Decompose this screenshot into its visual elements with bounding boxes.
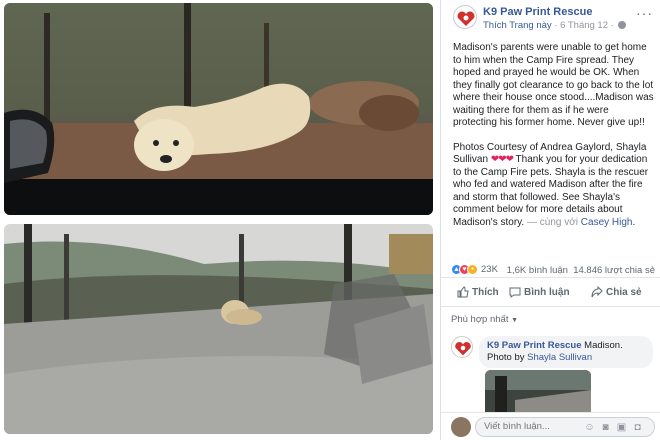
like-button[interactable]: Thích	[457, 286, 499, 298]
photo-dog-by-car[interactable]	[4, 3, 433, 215]
with-end: .	[632, 216, 636, 228]
comment-sort-label: Phù hợp nhất	[451, 314, 509, 325]
paw-heart-logo-icon	[457, 11, 475, 26]
comment-share-counts: 1,6K bình luận 14.846 lượt chia sẻ	[507, 265, 655, 276]
like-button-label: Thích	[472, 287, 499, 298]
wow-reaction-icon: •	[467, 263, 478, 275]
post-sidebar: K9 Paw Print Rescue Thích Trang này · 6 …	[440, 0, 660, 440]
comment-sort-dropdown[interactable]: Phù hợp nhất ▼	[451, 314, 518, 325]
gif-icon[interactable]: ▣	[616, 422, 627, 433]
comment-photo-image	[485, 370, 591, 418]
like-page-link[interactable]: Thích Trang này	[483, 20, 552, 31]
page-avatar[interactable]	[453, 5, 477, 29]
comment-tagged-link[interactable]: Shayla Sullivan	[527, 352, 592, 363]
photo-dog-on-burned-lot-image	[4, 224, 433, 434]
comment-input[interactable]	[484, 421, 576, 432]
share-icon	[591, 286, 603, 298]
chevron-down-icon: ▼	[511, 317, 519, 324]
reaction-count: 23K	[481, 263, 498, 275]
share-button-label: Chia sẻ	[606, 287, 642, 298]
paw-heart-logo-icon-small	[455, 342, 471, 356]
current-user-avatar[interactable]	[451, 417, 471, 437]
with-text: — cùng với	[524, 216, 581, 228]
comment-icon	[509, 287, 521, 298]
comment-count-link[interactable]: 1,6K bình luận	[507, 265, 568, 276]
meta-separator-2: ·	[608, 20, 617, 31]
post-paragraph-1: Madison's parents were unable to get hom…	[453, 42, 654, 128]
post-paragraph-2: Photos Courtesy of Andrea Gaylord, Shayl…	[453, 142, 655, 230]
emoji-icon[interactable]: ☺	[584, 422, 595, 433]
comment-photo[interactable]	[485, 370, 591, 418]
like-icon	[457, 286, 469, 298]
comment-button-label: Bình luận	[524, 287, 570, 298]
comment-button[interactable]: Bình luận	[509, 286, 570, 298]
reactions-summary[interactable]: ▲ ♥ • 23K	[451, 263, 498, 275]
comment-input-box[interactable]: ☺ ◙ ▣ ◘	[475, 417, 655, 437]
share-count-link[interactable]: 14.846 lượt chia sẻ	[573, 265, 655, 276]
share-button[interactable]: Chia sẻ	[591, 286, 642, 298]
comment-bubble: K9 Paw Print Rescue Madison. Photo by Sh…	[479, 336, 653, 368]
photo-dog-by-car-image	[4, 3, 433, 215]
comment-author-avatar[interactable]	[451, 336, 473, 358]
post-date[interactable]: 6 Tháng 12	[560, 20, 608, 31]
page-name-link[interactable]: K9 Paw Print Rescue	[483, 6, 592, 18]
comment-composer: ☺ ◙ ▣ ◘	[441, 412, 660, 440]
camera-icon[interactable]: ◙	[600, 422, 611, 433]
meta-separator: ·	[551, 20, 561, 31]
post-stats: ▲ ♥ • 23K 1,6K bình luận 14.846 lượt chia s…	[441, 262, 660, 278]
post-header: K9 Paw Print Rescue Thích Trang này · 6 …	[441, 0, 660, 36]
post-actions: Thích Bình luận Chia sẻ	[441, 281, 660, 307]
post-meta: Thích Trang này · 6 Tháng 12 ·	[483, 20, 627, 31]
comment-author-link[interactable]: K9 Paw Print Rescue	[487, 340, 582, 351]
tagged-person-link[interactable]: Casey High	[581, 217, 633, 228]
post-text: Madison's parents were unable to get hom…	[453, 42, 655, 241]
globe-icon	[618, 21, 627, 29]
sticker-icon[interactable]: ◘	[632, 422, 643, 433]
photo-area	[0, 0, 440, 440]
more-icon[interactable]: ···	[636, 6, 653, 20]
hearts-emoji: ❤❤❤	[490, 154, 514, 165]
photo-dog-on-burned-lot[interactable]	[4, 224, 433, 434]
